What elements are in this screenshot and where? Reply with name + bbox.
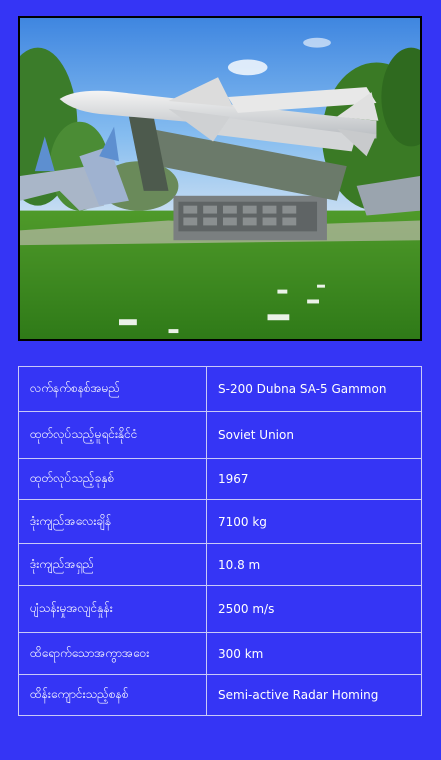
missile-photo-illustration [20, 18, 420, 339]
spec-value: 10.8 m [206, 543, 422, 586]
table-row: ထိန်းကျောင်းသည့်စနစ် Semi-active Radar H… [18, 674, 422, 716]
spec-value: 7100 kg [206, 499, 422, 544]
specs-table: လက်နက်စနစ်အမည် S-200 Dubna SA-5 Gammon ထ… [18, 366, 422, 716]
spec-label: ဒုံးကျည်အလေးချိန် [18, 499, 207, 544]
spec-value: 1967 [206, 458, 422, 500]
page: လက်နက်စနစ်အမည် S-200 Dubna SA-5 Gammon ထ… [0, 0, 441, 760]
table-row: လက်နက်စနစ်အမည် S-200 Dubna SA-5 Gammon [18, 366, 422, 412]
table-row: ထုတ်လုပ်သည့်မူရင်းနိုင်ငံ Soviet Union [18, 411, 422, 459]
missile-photo [18, 16, 422, 341]
table-row: ပျံသန်းမှုအလျင်နှုန်း 2500 m/s [18, 585, 422, 633]
table-row: ထုတ်လုပ်သည့်ခုနှစ် 1967 [18, 458, 422, 500]
table-row: ဒုံးကျည်အရှည် 10.8 m [18, 543, 422, 586]
spec-label: ပျံသန်းမှုအလျင်နှုန်း [18, 585, 207, 633]
spec-value: Soviet Union [206, 411, 422, 459]
spec-label: ထိရောက်သောအကွာအဝေး [18, 632, 207, 675]
spec-value: 300 km [206, 632, 422, 675]
spec-label: ဒုံးကျည်အရှည် [18, 543, 207, 586]
spec-value: S-200 Dubna SA-5 Gammon [206, 366, 422, 412]
spec-label: ထုတ်လုပ်သည့်ခုနှစ် [18, 458, 207, 500]
table-row: ဒုံးကျည်အလေးချိန် 7100 kg [18, 499, 422, 544]
spec-value: Semi-active Radar Homing [206, 674, 422, 716]
spec-label: လက်နက်စနစ်အမည် [18, 366, 207, 412]
table-row: ထိရောက်သောအကွာအဝေး 300 km [18, 632, 422, 675]
spec-value: 2500 m/s [206, 585, 422, 633]
spec-label: ထုတ်လုပ်သည့်မူရင်းနိုင်ငံ [18, 411, 207, 459]
spec-label: ထိန်းကျောင်းသည့်စနစ် [18, 674, 207, 716]
